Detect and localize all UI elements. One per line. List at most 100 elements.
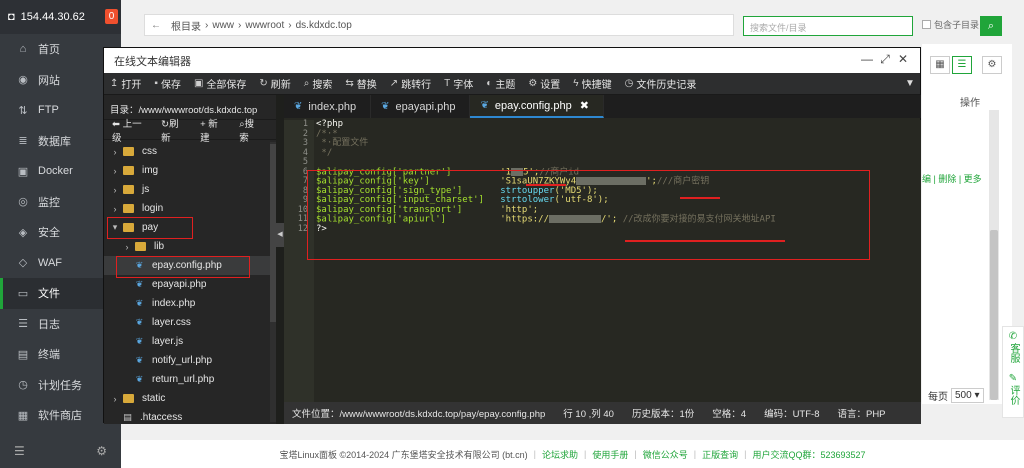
maximize-icon[interactable]: ⤢ <box>876 52 894 67</box>
tree-folder[interactable]: › lib <box>104 237 270 256</box>
tree-folder[interactable]: › css <box>104 142 270 161</box>
toolbar-button-9[interactable]: ⚙ 设置 <box>528 76 560 91</box>
per-page-select[interactable]: 500 ▾ <box>951 388 984 403</box>
grid-view-icon[interactable]: ▦ <box>930 56 950 74</box>
toolbar-button-2[interactable]: ▣ 全部保存 <box>194 76 246 91</box>
per-page-value: 500 <box>955 390 972 401</box>
tree-folder[interactable]: › login <box>104 199 270 218</box>
chevron-right-icon[interactable]: › <box>110 185 120 195</box>
code-line-2: /*·* <box>316 128 338 139</box>
sidebar-item-label: 计划任务 <box>38 379 82 392</box>
breadcrumb-wwwroot[interactable]: wwwroot <box>245 20 284 31</box>
tree-file[interactable]: ❦ index.php <box>104 294 270 313</box>
chevron-right-icon[interactable]: › <box>122 242 132 252</box>
tree-node-label: js <box>142 184 150 195</box>
include-subdir-checkbox[interactable]: 包含子目录 <box>922 18 979 31</box>
toolbar-button-10[interactable]: ϟ 快捷键 <box>573 76 611 91</box>
toolbar-button-11[interactable]: ◷ 文件历史记录 <box>625 76 697 91</box>
customer-service-button[interactable]: ✆ 客服 <box>1003 331 1023 367</box>
footer-link-manual[interactable]: 使用手册 <box>592 448 628 461</box>
status-indent[interactable]: 空格：4 <box>712 406 746 420</box>
notification-badge[interactable]: 0 <box>105 9 118 24</box>
footer-link-verify[interactable]: 正版查询 <box>702 448 738 461</box>
feedback-button[interactable]: ✎ 评价 <box>1003 373 1023 409</box>
settings-icon[interactable]: ⚙ <box>96 444 107 458</box>
menu-toggle-icon[interactable]: ☰ <box>14 444 25 458</box>
minimize-icon[interactable]: — <box>858 52 876 67</box>
sidebar-item-label: 文件 <box>38 288 60 301</box>
tree-file[interactable]: ❦ return_url.php <box>104 370 270 389</box>
editor-titlebar[interactable]: 在线文本编辑器 — ⤢ ✕ <box>104 48 920 73</box>
toolbar-button-1[interactable]: ▪ 保存 <box>154 76 181 91</box>
chevron-right-icon[interactable]: › <box>110 166 120 176</box>
line-number: 1 <box>302 119 308 129</box>
sidebar-item-label: 网站 <box>38 74 60 87</box>
footer-link-wechat[interactable]: 微信公众号 <box>643 448 688 461</box>
code-line-4: */ <box>316 147 333 158</box>
sidebar-resize-handle[interactable]: ◀ <box>276 95 284 424</box>
close-tab-icon[interactable]: ✖ <box>580 99 589 112</box>
status-language[interactable]: 语言：PHP <box>837 406 885 420</box>
chevron-right-icon[interactable]: › <box>110 394 120 404</box>
toolbar-button-6[interactable]: ↗ 跳转行 <box>390 76 431 91</box>
row-operations[interactable]: 编 | 删除 | 更多 <box>922 172 982 185</box>
folder-icon <box>123 147 134 156</box>
status-history[interactable]: 历史版本：1份 <box>632 406 694 420</box>
footer-link-forum[interactable]: 论坛求助 <box>542 448 578 461</box>
tree-file[interactable]: ❦ notify_url.php <box>104 351 270 370</box>
save-all-icon: ▣ <box>193 78 204 89</box>
editor-tab-1[interactable]: ❦ epayapi.php <box>371 95 471 118</box>
file-list-scrollbar[interactable] <box>989 110 999 400</box>
status-cursor-position[interactable]: 行 10 ,列 40 <box>563 406 614 420</box>
tree-refresh-button[interactable]: ↻刷新 <box>161 116 191 144</box>
collapse-arrow-icon[interactable]: ◀ <box>276 223 284 247</box>
toolbar-button-8[interactable]: ◐ 主题 <box>486 76 515 91</box>
list-view-icon[interactable]: ☰ <box>952 56 972 74</box>
close-icon[interactable]: ✕ <box>894 52 912 67</box>
search-go-button[interactable]: ⌕ <box>980 16 1002 36</box>
checkbox-box[interactable] <box>922 20 931 29</box>
editor-tab-2[interactable]: ❦ epay.config.php ✖ <box>470 95 604 118</box>
toolbar-button-4[interactable]: ⌕ 搜索 <box>304 76 333 91</box>
line-number: 3 <box>302 138 308 148</box>
footer-link-qq[interactable]: 用户交流QQ群：523693527 <box>752 448 865 461</box>
tree-search-button[interactable]: ⌕搜索 <box>239 116 267 144</box>
back-arrow-icon[interactable]: ← <box>145 20 167 31</box>
toolbar-button-3[interactable]: ↻ 刷新 <box>259 76 290 91</box>
toolbar-button-label: 全部保存 <box>206 80 247 91</box>
path-bar[interactable]: ← 根目录 › www › wwwroot › ds.kdxdc.top <box>144 14 734 36</box>
toolbar-button-label: 刷新 <box>270 80 291 91</box>
breadcrumb-root[interactable]: 根目录 <box>171 18 201 33</box>
sidebar-item-label: FTP <box>38 104 59 117</box>
tree-file[interactable]: ❦ layer.css <box>104 313 270 332</box>
folder-icon <box>123 166 134 175</box>
chevron-right-icon[interactable]: › <box>110 147 120 157</box>
tab-label: epayapi.php <box>395 100 456 113</box>
monitor-icon: ◎ <box>18 196 28 209</box>
tree-node-label: static <box>142 393 166 404</box>
file-search-input[interactable]: 搜索文件/目录 <box>743 16 913 36</box>
toolbar-button-5[interactable]: ⇆ 替换 <box>345 76 376 91</box>
toolbar-button-7[interactable]: T 字体 <box>444 76 473 91</box>
tree-folder[interactable]: › static <box>104 389 270 408</box>
sidebar-item-label: 监控 <box>38 196 60 209</box>
column-settings-icon[interactable]: ⚙ <box>982 56 1002 74</box>
store-icon: ▦ <box>17 409 29 422</box>
tree-folder[interactable]: › img <box>104 161 270 180</box>
gear-icon: ⚙ <box>528 78 538 89</box>
breadcrumb-site[interactable]: ds.kdxdc.top <box>296 20 352 31</box>
sidebar-item-label: Docker <box>38 165 73 178</box>
scrollbar-thumb[interactable] <box>990 230 998 400</box>
toolbar-button-0[interactable]: ↥ 打开 <box>110 76 141 91</box>
code-editor[interactable]: 1 2 3 4 5 6 7 8 9 10 11 12 <?php /*·* *·… <box>284 119 921 402</box>
status-encoding[interactable]: 编码：UTF-8 <box>764 406 819 420</box>
breadcrumb-www[interactable]: www <box>212 20 234 31</box>
new-file-button[interactable]: + 新建 <box>200 116 230 144</box>
tree-file[interactable]: ▤ .htaccess <box>104 408 270 427</box>
up-level-button[interactable]: ⬅ 上一级 <box>112 116 152 144</box>
tree-file[interactable]: ❦ layer.js <box>104 332 270 351</box>
editor-tab-0[interactable]: ❦ index.php <box>284 95 372 118</box>
tree-folder[interactable]: › js <box>104 180 270 199</box>
toolbar-collapse-icon[interactable]: ▼ <box>900 73 920 95</box>
chevron-right-icon[interactable]: › <box>110 204 120 214</box>
